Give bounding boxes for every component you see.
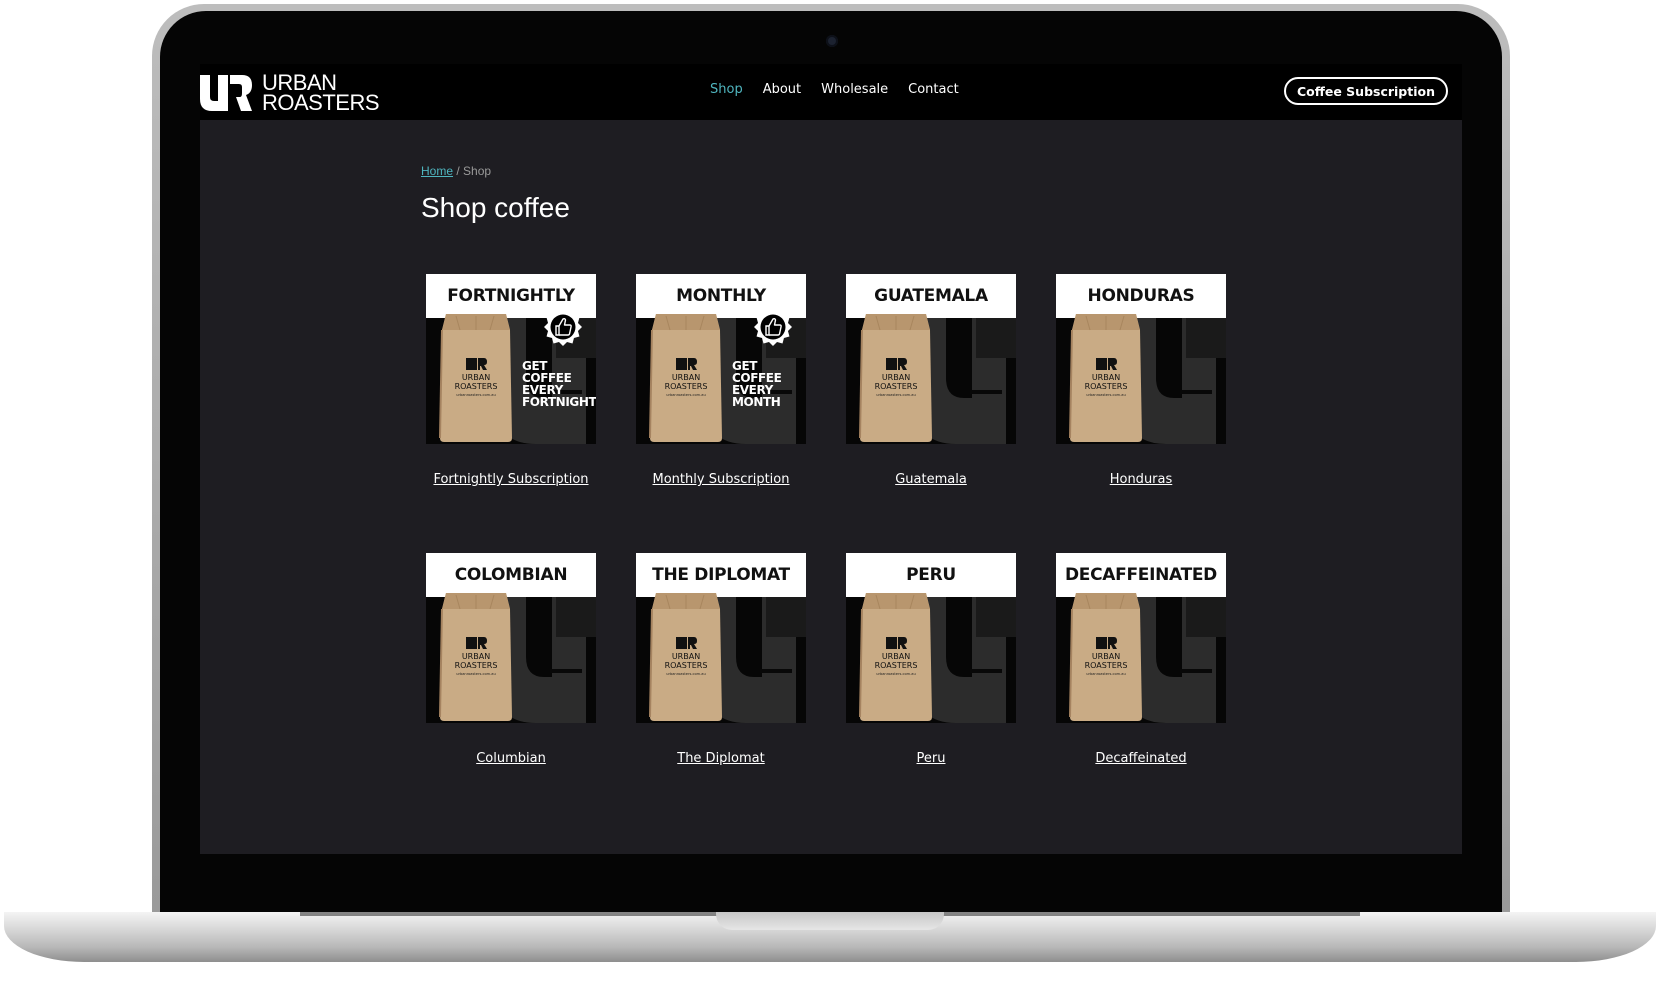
- bag-label-url: urbanroasters.com.au: [1086, 672, 1126, 676]
- product-card: HONDURAS URBAN ROASTERS urbanroasters.com.a…: [1056, 274, 1226, 487]
- nav-wholesale[interactable]: Wholesale: [821, 82, 888, 97]
- brand-line-2: ROASTERS: [262, 90, 380, 115]
- bag-label-line-2: ROASTERS: [875, 382, 918, 391]
- coffee-bag-image: URBANROASTERS urbanroasters.com.au: [439, 314, 512, 442]
- product-card: COLOMBIAN URBAN ROASTERS urbanroasters.com.…: [426, 553, 596, 766]
- coffee-bag-image: URBANROASTERS urbanroasters.com.au: [859, 314, 932, 442]
- bag-label-line-2: ROASTERS: [665, 382, 708, 391]
- product-link[interactable]: Honduras: [1110, 472, 1173, 487]
- subscription-tagline: GET COFFEE EVERY FORTNIGHT: [522, 360, 596, 408]
- product-image[interactable]: COLOMBIAN URBAN ROASTERS urbanroasters.com.…: [426, 553, 596, 723]
- product-card: PERU URBAN ROASTERS urbanroasters.com.au Per…: [846, 553, 1016, 766]
- brand-wordmark: URBAN ROASTERS: [262, 72, 380, 115]
- tagline-line: MONTH: [732, 395, 781, 409]
- product-card: THE DIPLOMAT URBAN ROASTERS urbanroasters.c…: [636, 553, 806, 766]
- product-link[interactable]: The Diplomat: [677, 751, 764, 766]
- thumbs-up-icon: [544, 308, 582, 346]
- bag-label-url: urbanroasters.com.au: [1086, 393, 1126, 397]
- coffee-subscription-button[interactable]: Coffee Subscription: [1284, 77, 1448, 105]
- breadcrumb-separator: /: [453, 164, 464, 178]
- nav-contact[interactable]: Contact: [908, 82, 959, 97]
- website-screen: URBAN ROASTERS Shop About Wholesale Cont…: [200, 64, 1462, 854]
- ur-logo-icon: [200, 75, 252, 111]
- nav-shop[interactable]: Shop: [710, 82, 743, 97]
- product-link[interactable]: Guatemala: [895, 472, 967, 487]
- product-grid: FORTNIGHTLY URBAN ROASTERS urbanroasters.co…: [426, 274, 1226, 766]
- subscription-tagline: GET COFFEE EVERY MONTH: [732, 360, 782, 409]
- product-image[interactable]: THE DIPLOMAT URBAN ROASTERS urbanroasters.c…: [636, 553, 806, 723]
- bag-label-line-2: ROASTERS: [455, 382, 498, 391]
- product-link[interactable]: Columbian: [476, 751, 546, 766]
- webcam-icon: [826, 35, 838, 47]
- product-image[interactable]: HONDURAS URBAN ROASTERS urbanroasters.com.a…: [1056, 274, 1226, 444]
- bag-label-url: urbanroasters.com.au: [456, 672, 496, 676]
- product-image[interactable]: FORTNIGHTLY URBAN ROASTERS urbanroasters.co…: [426, 274, 596, 444]
- bag-label-url: urbanroasters.com.au: [456, 393, 496, 397]
- coffee-bag-image: URBANROASTERS urbanroasters.com.au: [439, 593, 512, 721]
- bag-label-line-1: URBAN: [1092, 652, 1120, 661]
- bag-label-url: urbanroasters.com.au: [876, 393, 916, 397]
- product-link[interactable]: Peru: [917, 751, 946, 766]
- bag-label-url: urbanroasters.com.au: [666, 393, 706, 397]
- product-card: GUATEMALA URBAN ROASTERS urbanroasters.com.…: [846, 274, 1016, 487]
- product-image[interactable]: MONTHLY URBAN ROASTERS urbanroasters.com.au…: [636, 274, 806, 444]
- bag-label-line-2: ROASTERS: [455, 661, 498, 670]
- bag-label-line-1: URBAN: [462, 652, 490, 661]
- laptop-opening-notch: [716, 912, 944, 930]
- bag-label-line-2: ROASTERS: [875, 661, 918, 670]
- breadcrumb: Home / Shop: [421, 164, 491, 178]
- main-content: Home / Shop Shop coffee FORTNIGHTLY URBAN…: [200, 120, 1462, 854]
- coffee-bag-image: URBANROASTERS urbanroasters.com.au: [859, 593, 932, 721]
- coffee-bag-image: URBANROASTERS urbanroasters.com.au: [649, 593, 722, 721]
- coffee-bag-image: URBANROASTERS urbanroasters.com.au: [1069, 314, 1142, 442]
- bag-label-line-2: ROASTERS: [1085, 382, 1128, 391]
- page-title: Shop coffee: [421, 192, 570, 223]
- bag-label-line-2: ROASTERS: [1085, 661, 1128, 670]
- bag-label-line-1: URBAN: [672, 652, 700, 661]
- product-card: MONTHLY URBAN ROASTERS urbanroasters.com.au…: [636, 274, 806, 487]
- bag-label-line-1: URBAN: [882, 373, 910, 382]
- product-image[interactable]: GUATEMALA URBAN ROASTERS urbanroasters.com.…: [846, 274, 1016, 444]
- bag-label-url: urbanroasters.com.au: [666, 672, 706, 676]
- coffee-bag-image: URBANROASTERS urbanroasters.com.au: [649, 314, 722, 442]
- product-link[interactable]: Decaffeinated: [1095, 751, 1186, 766]
- main-nav: Shop About Wholesale Contact: [710, 82, 959, 97]
- thumbs-up-icon: [754, 308, 792, 346]
- bag-label-line-1: URBAN: [462, 373, 490, 382]
- bag-label-line-1: URBAN: [1092, 373, 1120, 382]
- breadcrumb-current: Shop: [463, 164, 492, 178]
- product-card: DECAFFEINATED URBAN ROASTERS urbanroasters.…: [1056, 553, 1226, 766]
- product-image[interactable]: DECAFFEINATED URBAN ROASTERS urbanroasters.…: [1056, 553, 1226, 723]
- bag-label-url: urbanroasters.com.au: [876, 672, 916, 676]
- bag-label-line-2: ROASTERS: [665, 661, 708, 670]
- product-card: FORTNIGHTLY URBAN ROASTERS urbanroasters.co…: [426, 274, 596, 487]
- site-header: URBAN ROASTERS Shop About Wholesale Cont…: [200, 64, 1462, 120]
- bag-label-line-1: URBAN: [672, 373, 700, 382]
- product-image[interactable]: PERU URBAN ROASTERS urbanroasters.com.au: [846, 553, 1016, 723]
- bag-label-line-1: URBAN: [882, 652, 910, 661]
- breadcrumb-home[interactable]: Home: [421, 164, 453, 178]
- tagline-line: FORTNIGHT: [522, 395, 596, 409]
- brand-logo[interactable]: URBAN ROASTERS: [200, 72, 380, 115]
- coffee-bag-image: URBANROASTERS urbanroasters.com.au: [1069, 593, 1142, 721]
- product-link[interactable]: Monthly Subscription: [653, 472, 790, 487]
- nav-about[interactable]: About: [763, 82, 801, 97]
- product-link[interactable]: Fortnightly Subscription: [433, 472, 588, 487]
